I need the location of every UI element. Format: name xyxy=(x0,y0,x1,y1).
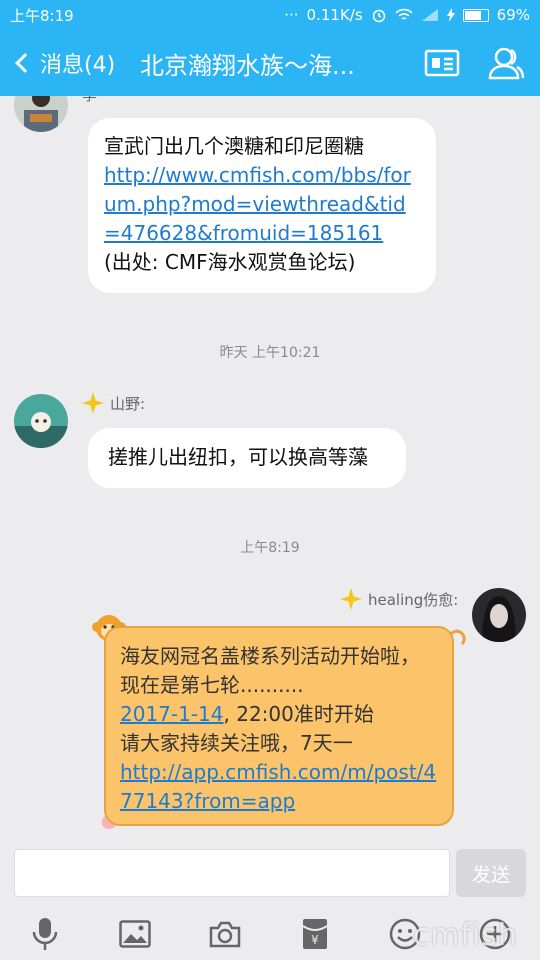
sender-name-text: 李 xyxy=(82,96,97,105)
message-bubble[interactable]: 宣武门出几个澳糖和印尼圈糖 http://www.cmfish.com/bbs/… xyxy=(88,118,436,293)
status-time: 上午8:19 xyxy=(10,6,74,25)
timestamp: 昨天 上午10:21 xyxy=(219,345,321,361)
battery-fill xyxy=(464,10,482,20)
status-right: ··· 0.11K/s 69% xyxy=(284,6,530,24)
signal-icon xyxy=(421,9,438,21)
sender-name: healing伤愈: xyxy=(368,590,459,609)
red-packet-icon: ¥ xyxy=(302,919,328,949)
message-text: , 22:00准时开始 xyxy=(223,702,374,726)
wifi-icon xyxy=(395,8,413,20)
sender-name: 山野: xyxy=(110,394,146,413)
message-input[interactable] xyxy=(14,849,450,897)
message-text: 海友网冠名盖楼系列活动开始啦，现在是第七轮.......... xyxy=(120,644,420,697)
image-button[interactable] xyxy=(115,914,155,954)
my-message-bubble[interactable]: 海友网冠名盖楼系列活动开始啦，现在是第七轮.......... 2017-1-1… xyxy=(104,626,454,826)
title-bar: 消息(4) 北京瀚翔水族～海... xyxy=(0,30,540,96)
voice-button[interactable] xyxy=(25,914,65,954)
red-packet-button[interactable]: ¥ xyxy=(295,914,335,954)
message-text: 宣武门出几个澳糖和印尼圈糖 xyxy=(104,134,364,158)
back-button[interactable]: 消息(4) xyxy=(0,47,140,79)
group-members-button[interactable] xyxy=(486,43,526,83)
input-bar: 发送 xyxy=(0,836,540,908)
sender-info: 山野: xyxy=(82,392,145,414)
timestamp: 上午8:19 xyxy=(240,540,300,556)
svg-text:¥: ¥ xyxy=(311,933,319,947)
message-link[interactable]: http://www.cmfish.com/bbs/forum.php?mod=… xyxy=(104,161,420,248)
members-icon xyxy=(488,47,525,80)
chevron-left-icon xyxy=(15,53,35,73)
battery-percent: 69% xyxy=(496,6,530,24)
network-speed: 0.11K/s xyxy=(306,6,363,24)
charging-icon xyxy=(446,8,455,22)
star-badge-icon xyxy=(340,588,362,610)
back-label: 消息(4) xyxy=(40,53,116,78)
camera-button[interactable] xyxy=(205,914,245,954)
avatar[interactable] xyxy=(14,96,68,132)
message-link[interactable]: http://app.cmfish.com/m/post/477143?from… xyxy=(120,758,438,816)
avatar[interactable] xyxy=(472,588,526,642)
microphone-icon xyxy=(32,918,58,950)
star-badge-icon xyxy=(82,392,104,414)
status-dots: ··· xyxy=(284,6,299,24)
send-button[interactable]: 发送 xyxy=(456,849,526,897)
message-text: 请大家持续关注哦，7天一 xyxy=(120,731,353,755)
image-icon xyxy=(119,920,151,948)
title-actions xyxy=(422,43,540,83)
status-bar: 上午8:19 ··· 0.11K/s 69% xyxy=(0,0,540,30)
sender-name: 李 xyxy=(82,96,97,105)
avatar[interactable] xyxy=(14,394,68,448)
group-profile-button[interactable] xyxy=(422,43,462,83)
message-source: (出处: CMF海水观赏鱼论坛) xyxy=(104,250,356,274)
date-link[interactable]: 2017-1-14 xyxy=(120,702,224,726)
message-date-line: 2017-1-14, 22:00准时开始 xyxy=(120,700,438,729)
chat-title: 北京瀚翔水族～海... xyxy=(140,51,355,80)
sender-info: healing伤愈: xyxy=(340,588,458,610)
camera-icon xyxy=(209,921,241,948)
chat-area[interactable]: 李 宣武门出几个澳糖和印尼圈糖 http://www.cmfish.com/bb… xyxy=(0,96,540,836)
profile-card-icon xyxy=(424,49,460,77)
battery-icon xyxy=(462,8,489,22)
watermark-logo: cmfish xyxy=(412,918,518,953)
alarm-icon xyxy=(372,9,385,23)
message-bubble[interactable]: 搓推儿出纽扣，可以换高等藻 xyxy=(88,428,406,488)
message-text: 搓推儿出纽扣，可以换高等藻 xyxy=(108,445,368,469)
